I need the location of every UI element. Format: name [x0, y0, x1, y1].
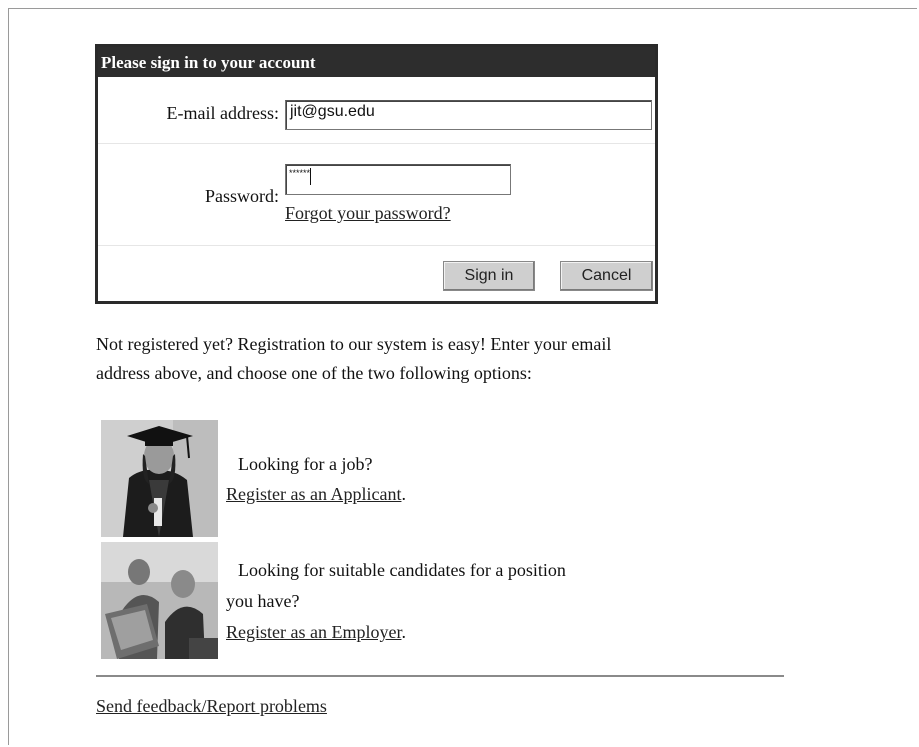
- password-value: ******: [289, 168, 311, 178]
- applicant-prompt-text: Looking for a job?: [238, 454, 373, 474]
- applicant-prompt: Looking for a job?: [238, 450, 372, 478]
- employer-link-suffix: .: [401, 622, 406, 642]
- row-separator: [98, 245, 655, 246]
- section-divider: [96, 675, 784, 677]
- login-panel: Please sign in to your account E-mail ad…: [95, 44, 658, 304]
- feedback-line: Send feedback/Report problems: [96, 692, 327, 720]
- email-value: jit@gsu.edu: [290, 103, 375, 120]
- graduate-photo: [101, 420, 218, 537]
- email-label: E-mail address:: [166, 103, 279, 123]
- employer-prompt-text-2: you have?: [226, 591, 300, 611]
- text-caret: [310, 168, 312, 185]
- cancel-button[interactable]: Cancel: [560, 261, 653, 291]
- registration-intro: Not registered yet? Registration to our …: [96, 330, 786, 388]
- employer-link-line: Register as an Employer.: [226, 618, 406, 646]
- intro-line-2: address above, and choose one of the two…: [96, 363, 532, 383]
- applicant-link-line: Register as an Applicant.: [226, 480, 406, 508]
- intro-line-1: Not registered yet? Registration to our …: [96, 334, 612, 354]
- sign-in-button[interactable]: Sign in: [443, 261, 535, 291]
- password-label: Password:: [204, 186, 279, 206]
- email-field[interactable]: jit@gsu.edu: [285, 100, 652, 130]
- employer-prompt-line-1: Looking for suitable candidates for a po…: [238, 556, 566, 584]
- register-applicant-link[interactable]: Register as an Applicant: [226, 484, 401, 504]
- row-separator: [98, 143, 655, 144]
- employer-prompt-line-2: you have?: [226, 587, 299, 615]
- register-employer-link[interactable]: Register as an Employer: [226, 622, 401, 642]
- forgot-password-link[interactable]: Forgot your password?: [285, 199, 451, 227]
- employer-prompt-text-1: Looking for suitable candidates for a po…: [238, 560, 566, 580]
- applicant-link-suffix: .: [401, 484, 406, 504]
- office-workers-photo: [101, 542, 218, 659]
- password-field[interactable]: ******: [285, 164, 511, 195]
- login-header: Please sign in to your account: [98, 47, 655, 77]
- send-feedback-link[interactable]: Send feedback/Report problems: [96, 696, 327, 716]
